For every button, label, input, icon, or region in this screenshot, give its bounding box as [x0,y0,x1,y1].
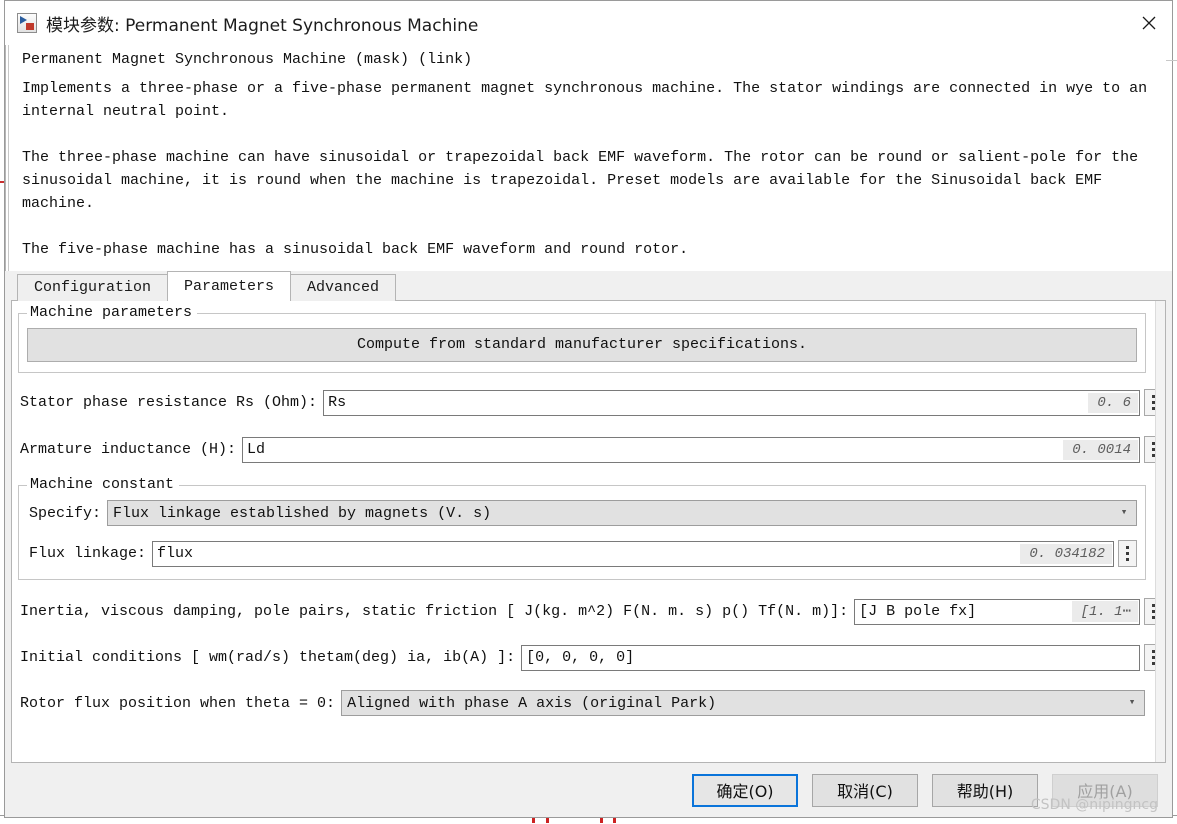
stator-resistance-input[interactable]: Rs 0. 6 [323,389,1140,416]
stator-resistance-label: Stator phase resistance Rs (Ohm): [20,394,318,411]
description-paragraph: The five-phase machine has a sinusoidal … [22,241,689,258]
input-value: Ld [247,441,266,458]
machine-parameters-group: Machine parameters Compute from standard… [18,304,1146,373]
initial-conditions-row: Initial conditions [ wm(rad/s) thetam(de… [20,644,1163,671]
machine-constant-group: Machine constant Specify: Flux linkage e… [18,476,1146,580]
tab-label: Configuration [34,279,152,296]
tab-label: Advanced [307,279,380,296]
chevron-down-icon: ▾ [1128,696,1136,709]
initial-conditions-label: Initial conditions [ wm(rad/s) thetam(de… [20,649,516,666]
title-bar: 模块参数: Permanent Magnet Synchronous Machi… [5,1,1172,45]
tab-configuration[interactable]: Configuration [17,274,169,301]
flux-linkage-input[interactable]: flux 0. 034182 [152,540,1114,567]
specify-dropdown[interactable]: Flux linkage established by magnets (V. … [107,500,1137,526]
flux-linkage-row: Flux linkage: flux 0. 034182 [29,540,1137,567]
input-evaluated-value: 0. 034182 [1020,543,1112,564]
block-description: Permanent Magnet Synchronous Machine (ma… [5,45,1177,271]
vertical-scrollbar[interactable] [1155,301,1165,762]
inertia-row: Inertia, viscous damping, pole pairs, st… [20,598,1163,625]
simulink-block-icon [17,13,37,33]
dropdown-value: Aligned with phase A axis (original Park… [347,694,717,712]
inertia-input[interactable]: [J B pole fx] [1. 1⋯ [854,598,1140,625]
specify-label: Specify: [29,504,102,522]
parameters-tab-page: Machine parameters Compute from standard… [11,300,1166,763]
armature-inductance-row: Armature inductance (H): Ld 0. 0014 [20,436,1163,463]
description-heading: Permanent Magnet Synchronous Machine (ma… [20,49,1177,71]
flux-linkage-more-icon[interactable] [1118,540,1137,567]
input-evaluated-value: 0. 0014 [1063,439,1138,460]
flux-linkage-label: Flux linkage: [29,545,147,562]
tab-advanced[interactable]: Advanced [290,274,397,301]
input-value: flux [157,545,194,562]
help-button-label: 帮助(H) [956,782,1014,801]
input-value: [0, 0, 0, 0] [526,649,635,666]
input-evaluated-value: 0. 6 [1088,392,1138,413]
description-paragraph: Implements a three-phase or a five-phase… [22,80,1148,120]
armature-inductance-input[interactable]: Ld 0. 0014 [242,436,1140,463]
input-value: Rs [328,394,347,411]
input-value: [J B pole fx] [859,603,977,620]
ok-button-label: 确定(O) [716,782,774,801]
group-title: Machine constant [27,476,180,493]
tab-parameters[interactable]: Parameters [167,271,292,301]
rotor-flux-position-label: Rotor flux position when theta = 0: [20,694,336,712]
tab-bar: Configuration Parameters Advanced [17,271,1172,301]
dropdown-value: Flux linkage established by magnets (V. … [113,504,492,522]
cancel-button-label: 取消(C) [837,782,893,801]
window-title: 模块参数: Permanent Magnet Synchronous Machi… [46,15,479,36]
close-icon[interactable] [1125,1,1172,44]
cancel-button[interactable]: 取消(C) [812,773,918,807]
compute-from-specs-button[interactable]: Compute from standard manufacturer speci… [27,328,1137,362]
dialog-button-bar: 确定(O) 取消(C) 帮助(H) 应用(A) CSDN @nipingncg [5,763,1172,817]
block-parameters-dialog: 模块参数: Permanent Magnet Synchronous Machi… [4,0,1177,818]
armature-inductance-label: Armature inductance (H): [20,441,237,458]
apply-button[interactable]: 应用(A) [1052,773,1158,807]
inertia-label: Inertia, viscous damping, pole pairs, st… [20,603,849,620]
initial-conditions-input[interactable]: [0, 0, 0, 0] [521,644,1140,671]
chevron-down-icon: ▾ [1120,506,1128,519]
rotor-flux-position-row: Rotor flux position when theta = 0: Alig… [20,690,1145,716]
rotor-flux-position-dropdown[interactable]: Aligned with phase A axis (original Park… [341,690,1145,716]
input-evaluated-value: [1. 1⋯ [1071,601,1138,622]
apply-button-label: 应用(A) [1077,782,1133,801]
specify-row: Specify: Flux linkage established by mag… [29,500,1137,526]
tab-label: Parameters [184,278,275,295]
help-button[interactable]: 帮助(H) [932,773,1038,807]
description-paragraph: The three-phase machine can have sinusoi… [22,149,1139,212]
stator-resistance-row: Stator phase resistance Rs (Ohm): Rs 0. … [20,389,1163,416]
ok-button[interactable]: 确定(O) [692,773,798,807]
group-title: Machine parameters [27,304,198,321]
